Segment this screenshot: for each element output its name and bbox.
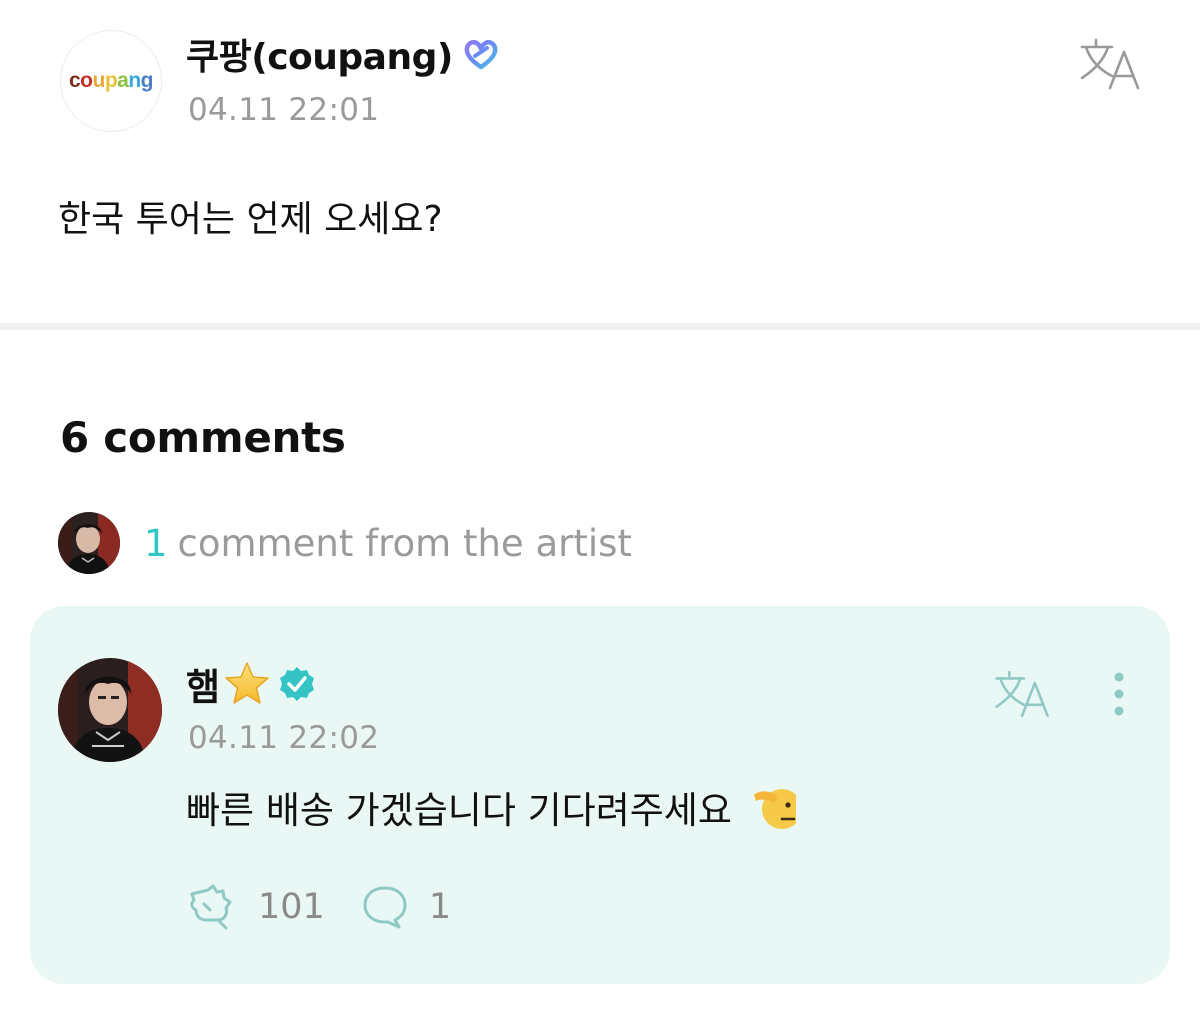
- artist-comments-summary[interactable]: 1 comment from the artist: [58, 512, 632, 574]
- comment-author: 햄: [186, 658, 316, 710]
- comment-translate-icon[interactable]: [993, 668, 1053, 718]
- artist-comments-label: 1 comment from the artist: [144, 522, 632, 565]
- section-divider: [0, 323, 1200, 330]
- artist-comments-text: comment from the artist: [177, 521, 632, 565]
- post-author: 쿠팡(coupang): [186, 30, 501, 78]
- cheer-icon: [190, 884, 232, 930]
- coupang-logo-letter: a: [117, 69, 129, 92]
- heart-badge-icon: [464, 39, 498, 70]
- coupang-logo-letter: u: [92, 69, 106, 92]
- coupang-logo-letter: p: [104, 69, 118, 92]
- comment-actions: 101 1: [186, 880, 451, 934]
- coupang-logo: coupang: [68, 69, 154, 93]
- coupang-logo-letter: o: [80, 69, 93, 92]
- coupang-logo-letter: n: [128, 69, 141, 92]
- like-button[interactable]: 101: [186, 884, 325, 930]
- post-author-avatar[interactable]: coupang: [60, 30, 162, 132]
- star-icon: [225, 662, 269, 704]
- comment-bubble-icon: [363, 886, 407, 929]
- more-options-icon[interactable]: [1104, 668, 1134, 720]
- post-body: 한국 투어는 언제 오세요?: [58, 199, 443, 240]
- saluting-face-icon: [753, 781, 802, 833]
- coupang-logo-letter: c: [68, 69, 81, 92]
- verified-check-icon: [280, 667, 315, 701]
- reply-button[interactable]: 1: [361, 884, 451, 930]
- comment-author-name[interactable]: 햄: [186, 657, 220, 711]
- comments-count: 6 comments: [60, 413, 346, 462]
- artist-mini-avatar: [58, 512, 120, 574]
- comment-author-avatar[interactable]: [58, 658, 162, 762]
- like-count: 101: [258, 887, 325, 927]
- post-author-name[interactable]: 쿠팡(coupang): [186, 28, 453, 80]
- post-timestamp: 04.11 22:01: [188, 92, 380, 128]
- comment-body: 빠른 배송 가겠습니다 기다려주세요: [186, 780, 802, 834]
- artist-comments-count: 1: [144, 521, 168, 565]
- reply-count: 1: [428, 887, 452, 927]
- coupang-logo-letter: g: [140, 69, 154, 92]
- translate-icon[interactable]: [1078, 36, 1144, 90]
- comment-timestamp: 04.11 22:02: [188, 720, 380, 756]
- comment-body-text: 빠른 배송 가겠습니다 기다려주세요: [186, 789, 732, 832]
